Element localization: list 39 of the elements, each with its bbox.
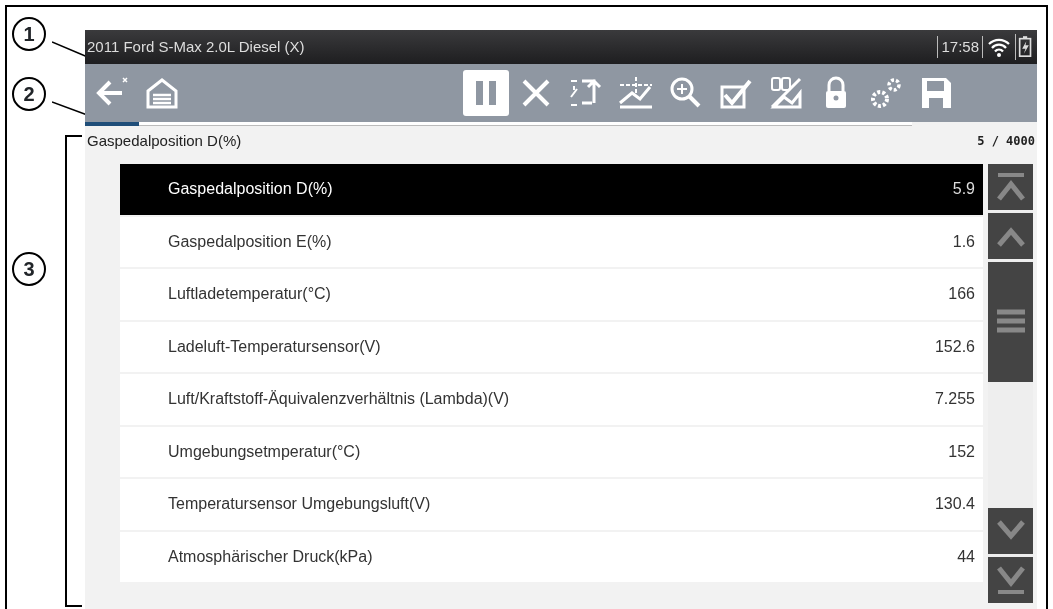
scroll-thumb[interactable] [988,262,1033,382]
parameter-value: 152.6 [934,336,975,357]
scroll-down-button[interactable] [988,508,1033,554]
parameter-value: 152 [948,441,975,462]
parameter-name: Umgebungsetmperatur(°C) [168,441,361,462]
parameter-name: Temperatursensor Umgebungsluft(V) [168,494,431,515]
callout-number: 3 [12,252,46,286]
parameter-name: Ladeluft-Temperatursensor(V) [168,336,381,357]
parameter-row[interactable]: Luftladetemperatur(°C) 166 [120,269,983,320]
pause-button[interactable] [463,70,509,116]
parameter-row[interactable]: Gaspedalposition E(%) 1.6 [120,216,983,267]
parameter-value: 5.9 [952,179,975,200]
vehicle-title: 2011 Ford S-Max 2.0L Diesel (X) [86,36,306,57]
parameter-count: 5 / 4000 [977,133,1035,150]
selected-parameter-title: Gaspedalposition D(%) [87,131,242,151]
parameter-value: 1.6 [952,231,975,252]
parameter-row[interactable]: Umgebungsetmperatur(°C) 152 [120,426,983,477]
parameter-row[interactable]: Temperatursensor Umgebungsluft(V) 130.4 [120,479,983,530]
callout-number: 1 [12,17,46,51]
parameter-name: Atmosphärischer Druck(kPa) [168,546,373,567]
scroll-bottom-button[interactable] [988,557,1033,603]
parameter-row[interactable]: Ladeluft-Temperatursensor(V) 152.6 [120,321,983,372]
parameter-name: Gaspedalposition E(%) [168,231,332,252]
clock-time: 17:58 [937,35,983,59]
scroll-top-button[interactable] [988,164,1033,210]
wifi-icon [986,36,1012,58]
parameter-name: Gaspedalposition D(%) [168,179,333,200]
scroll-up-button[interactable] [988,213,1033,259]
parameter-name: Luftladetemperatur(°C) [168,284,331,305]
parameter-value: 130.4 [934,494,975,515]
callout-number: 2 [12,77,46,111]
parameter-value: 44 [957,546,975,567]
battery-icon [1015,34,1033,60]
parameter-row[interactable]: Gaspedalposition D(%) 5.9 [120,164,983,215]
parameter-row[interactable]: Atmosphärischer Druck(kPa) 44 [120,531,983,582]
parameter-value: 166 [948,284,975,305]
parameter-name: Luft/Kraftstoff-Äquivalenzverhältnis (Lambda)(V) [168,389,510,410]
parameter-row[interactable]: Luft/Kraftstoff-Äquivalenzverhältnis (Lambda)(V) 7.255 [120,374,983,425]
parameter-value: 7.255 [934,389,975,410]
